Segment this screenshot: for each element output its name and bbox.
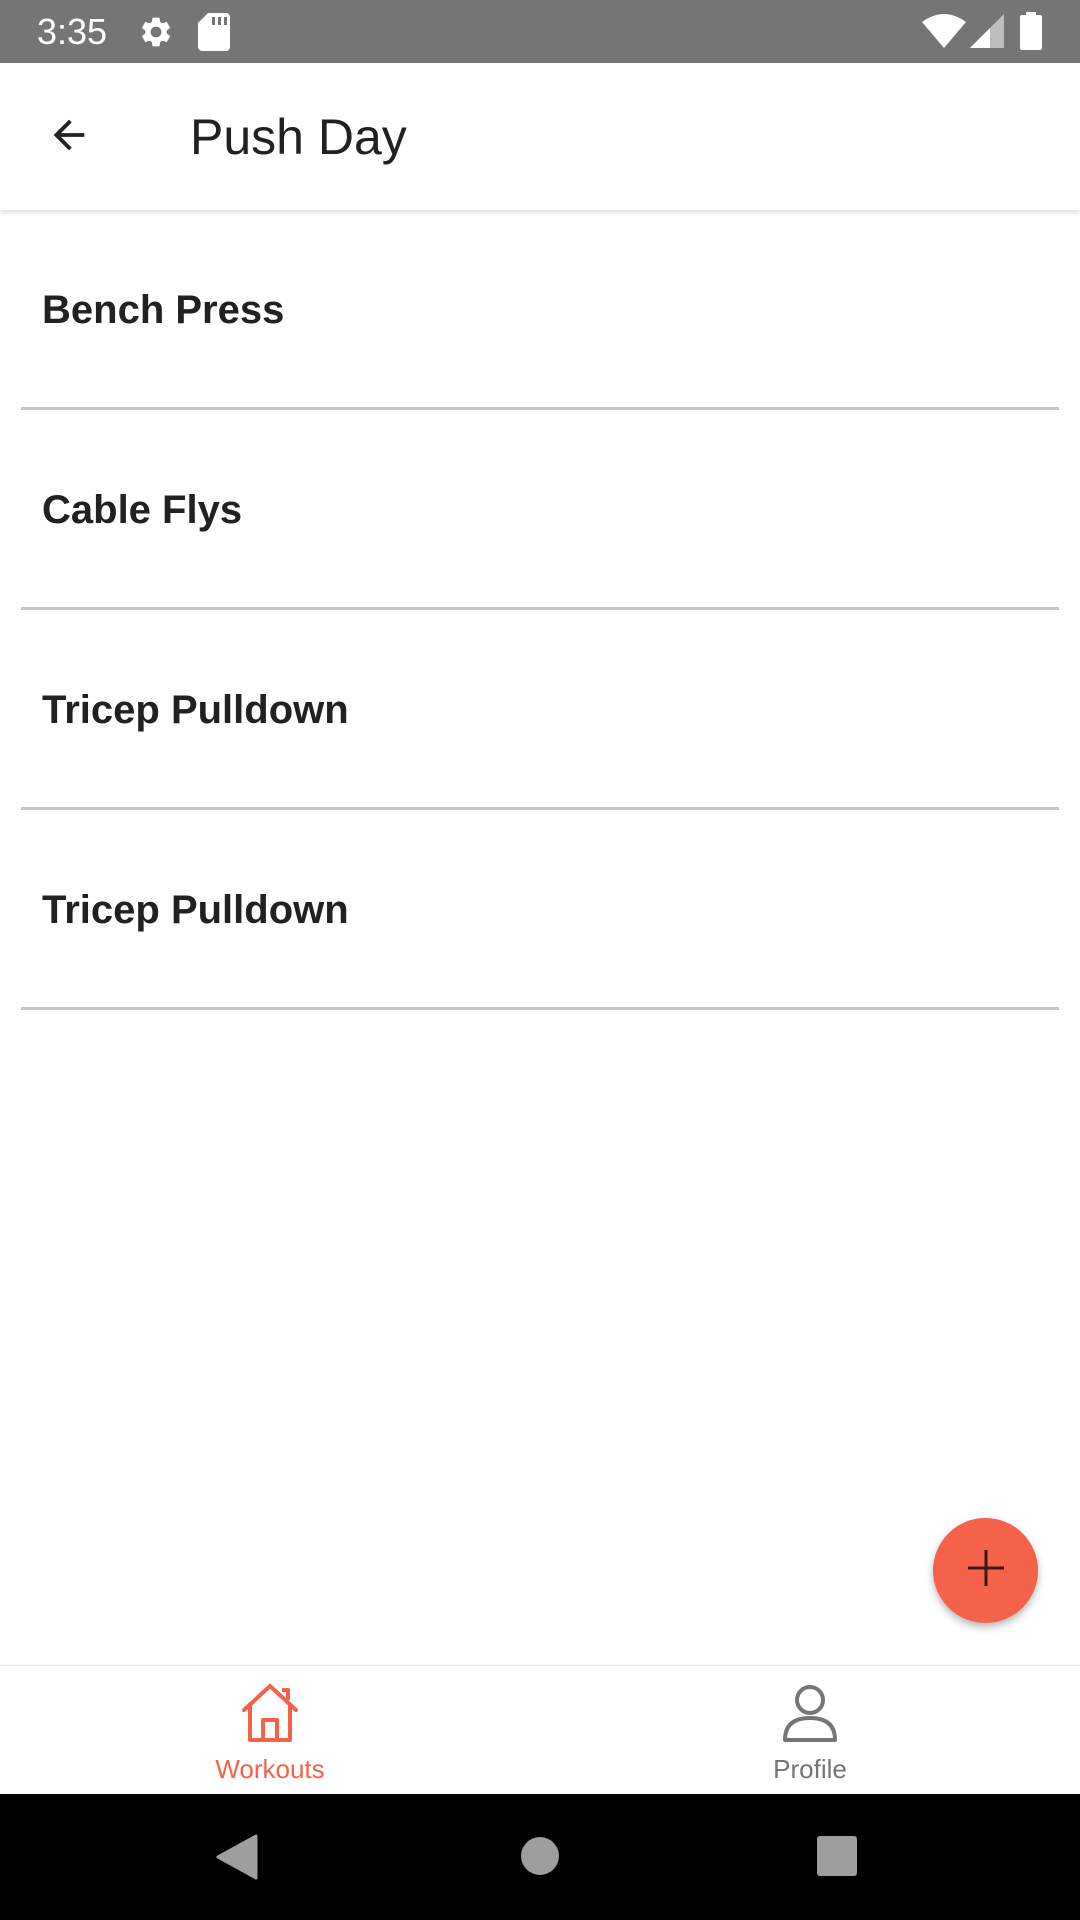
list-item[interactable]: Bench Press xyxy=(21,210,1059,410)
home-icon xyxy=(240,1680,300,1744)
battery-icon xyxy=(1020,12,1042,50)
page-title: Push Day xyxy=(190,109,407,165)
person-icon xyxy=(780,1680,840,1744)
nav-label-workouts: Workouts xyxy=(215,1754,325,1784)
status-time: 3:35 xyxy=(37,11,108,52)
plus-icon xyxy=(966,1548,1006,1593)
app-bar: Push Day xyxy=(0,63,1080,210)
bottom-navigation: Workouts Profile xyxy=(0,1665,1080,1794)
screen: 3:35 Push Day Bench Press Cable Flys Tri… xyxy=(0,0,1080,1920)
back-button[interactable] xyxy=(24,92,114,182)
exercise-name: Tricep Pulldown xyxy=(42,887,349,932)
status-bar: 3:35 xyxy=(0,0,1080,63)
home-circle-icon[interactable] xyxy=(520,1836,560,1876)
exercise-name: Cable Flys xyxy=(42,487,243,532)
settings-icon xyxy=(138,14,174,50)
list-item[interactable]: Tricep Pulldown xyxy=(21,810,1059,1010)
list-item[interactable]: Cable Flys xyxy=(21,410,1059,610)
arrow-back-icon xyxy=(46,112,92,163)
exercise-name: Bench Press xyxy=(42,287,285,332)
nav-label-profile: Profile xyxy=(773,1754,847,1784)
wifi-icon xyxy=(922,14,966,48)
recents-square-icon[interactable] xyxy=(817,1836,857,1876)
add-exercise-button[interactable] xyxy=(933,1518,1038,1623)
exercise-name: Tricep Pulldown xyxy=(42,687,349,732)
system-navigation-bar xyxy=(0,1794,1080,1920)
cell-signal-icon xyxy=(970,14,1004,48)
sd-card-icon xyxy=(198,13,230,51)
nav-item-profile[interactable]: Profile xyxy=(540,1666,1080,1795)
list-item[interactable]: Tricep Pulldown xyxy=(21,610,1059,810)
nav-item-workouts[interactable]: Workouts xyxy=(0,1666,540,1795)
back-triangle-icon[interactable] xyxy=(216,1834,258,1880)
exercise-list: Bench Press Cable Flys Tricep Pulldown T… xyxy=(0,210,1080,1010)
